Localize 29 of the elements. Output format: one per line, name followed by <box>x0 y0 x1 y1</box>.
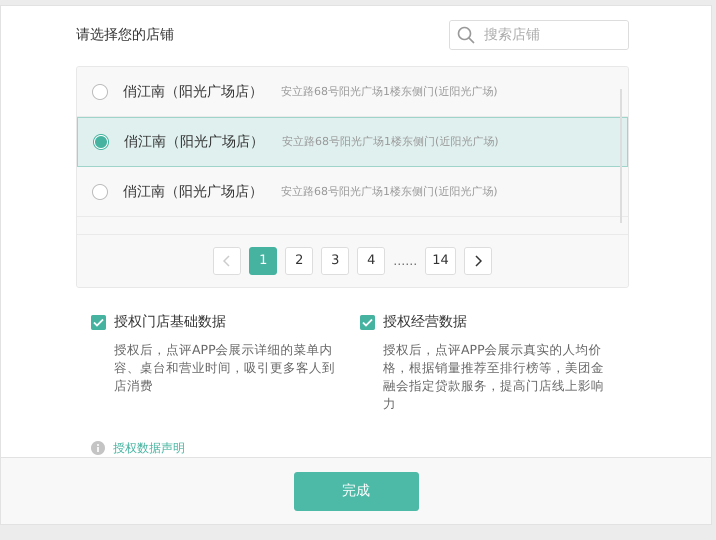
store-name: 俏江南（阳光广场店） <box>123 182 264 202</box>
store-row[interactable]: 俏江南（阳光广场店） 安立路68号阳光广场1楼东侧门(近阳光广场) <box>77 117 628 167</box>
checkbox[interactable] <box>360 315 375 330</box>
store-address: 安立路68号阳光广场1楼东侧门(近阳光广场) <box>282 134 499 150</box>
section-title: 请选择您的店铺 <box>76 26 174 44</box>
permission-description: 授权后，点评APP会展示详细的菜单内容、桌台和营业时间，吸引更多客人到店消费 <box>114 341 336 395</box>
chevron-right-icon <box>474 255 482 267</box>
checkmark-icon <box>362 318 373 327</box>
permission-description: 授权后，点评APP会展示真实的人均价格，根据销量推荐至排行榜等，美团金融会指定贷款服务，提高门店线上影响力 <box>383 341 605 413</box>
permission-label: 授权经营数据 <box>383 313 467 332</box>
store-name: 俏江南（阳光广场店） <box>123 82 264 102</box>
pagination-ellipsis: …… <box>393 253 418 270</box>
search-field[interactable]: 搜索店铺 <box>449 20 629 50</box>
store-address: 安立路68号阳光广场1楼东侧门(近阳光广场) <box>281 184 498 200</box>
radio-button[interactable] <box>93 134 109 150</box>
radio-button[interactable] <box>92 84 108 100</box>
radio-button[interactable] <box>92 184 108 200</box>
page-button[interactable]: 3 <box>321 247 350 275</box>
checkbox[interactable] <box>91 315 106 330</box>
page-button[interactable]: 4 <box>357 247 386 275</box>
permission-label: 授权门店基础数据 <box>114 313 226 332</box>
store-address: 安立路68号阳光广场1楼东侧门(近阳光广场) <box>281 84 498 100</box>
chevron-left-icon <box>223 255 232 267</box>
store-name: 俏江南（阳光广场店） <box>124 132 265 152</box>
info-icon <box>91 441 105 455</box>
page-button[interactable]: 2 <box>285 247 314 275</box>
next-page-button[interactable] <box>464 247 492 275</box>
checkmark-icon <box>93 318 104 327</box>
page-button[interactable]: 14 <box>425 247 456 275</box>
